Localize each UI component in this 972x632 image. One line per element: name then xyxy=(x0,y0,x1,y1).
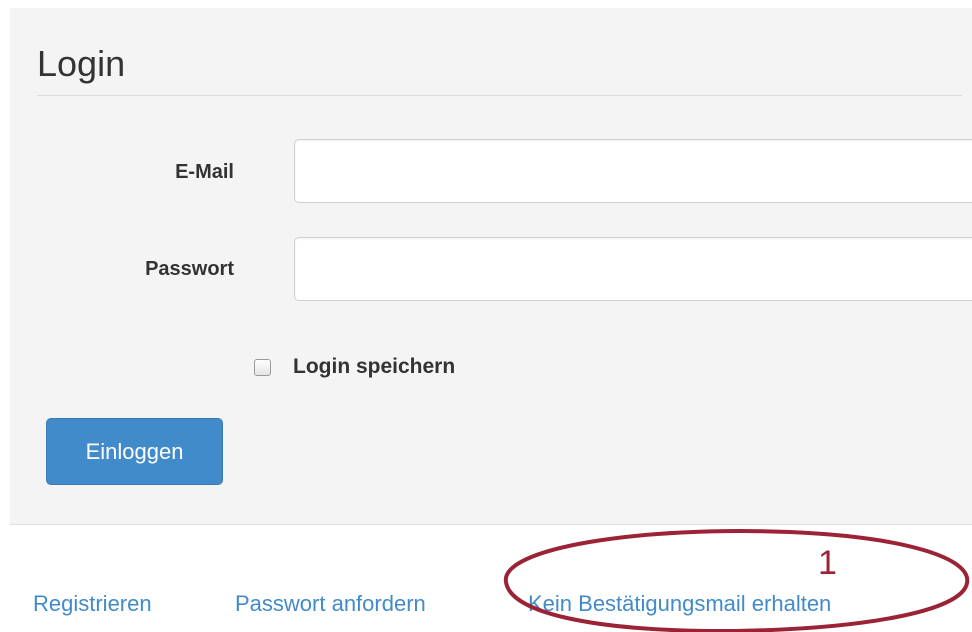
remember-login-row[interactable]: Login speichern xyxy=(254,355,455,379)
no-confirmation-mail-link[interactable]: Kein Bestätigungsmail erhalten xyxy=(528,591,831,617)
login-button[interactable]: Einloggen xyxy=(46,418,223,485)
email-field[interactable] xyxy=(294,139,972,203)
password-label: Passwort xyxy=(145,258,234,280)
request-password-link[interactable]: Passwort anfordern xyxy=(235,591,426,617)
login-page: Login E-Mail Passwort Login speichern Ei… xyxy=(0,0,972,632)
title-divider xyxy=(37,95,962,96)
remember-login-label[interactable]: Login speichern xyxy=(293,355,455,379)
remember-login-checkbox[interactable] xyxy=(254,358,271,376)
annotation-number: 1 xyxy=(818,544,837,582)
email-label: E-Mail xyxy=(175,161,234,183)
register-link[interactable]: Registrieren xyxy=(33,591,152,617)
password-field[interactable] xyxy=(294,237,972,301)
page-title: Login xyxy=(37,43,126,84)
